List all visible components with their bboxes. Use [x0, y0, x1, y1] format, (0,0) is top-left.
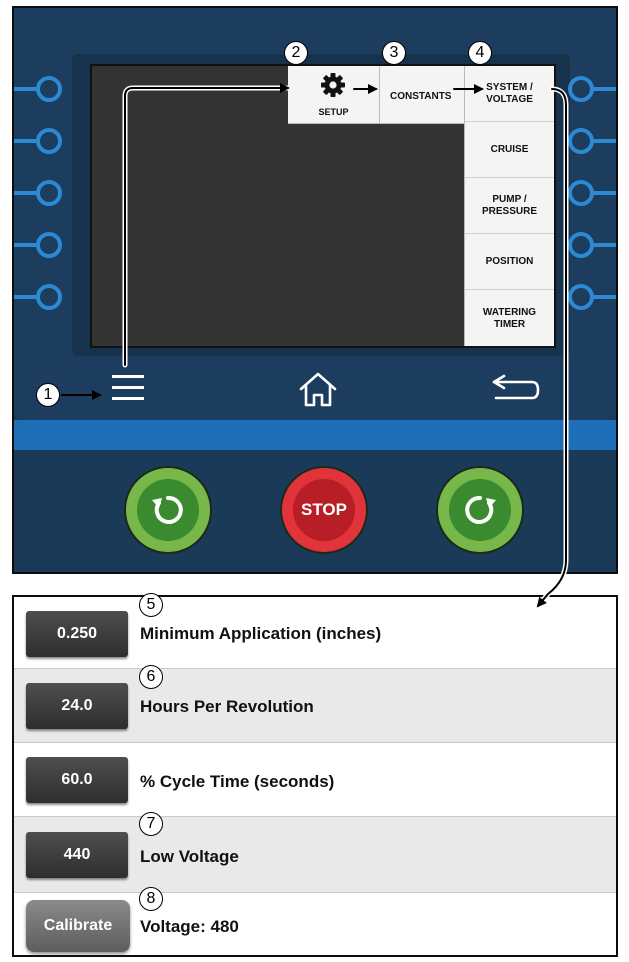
constants-submenu: SYSTEM / VOLTAGE CRUISE PUMP / PRESSURE PO… — [464, 66, 554, 346]
voltage-readout: Voltage: 480 — [140, 917, 239, 936]
callout-2: 2 — [284, 41, 308, 65]
menu-item-label: PRESSURE — [481, 205, 537, 217]
rotate-counterclockwise-icon — [152, 495, 183, 524]
left-softkey-1[interactable] — [14, 76, 64, 102]
lcd-screen: SETUP CONSTANTS SYSTEM / VOLTAGE CRUISE P… — [90, 64, 556, 348]
setting-row-cycle-time: 60.0 % Cycle Time (seconds) — [14, 743, 616, 817]
right-softkey-4[interactable] — [566, 232, 616, 258]
right-softkey-5[interactable] — [566, 284, 616, 310]
menu-item-label: WATERING — [482, 307, 537, 318]
menu-item-cruise[interactable]: CRUISE — [465, 122, 554, 178]
menu-item-label: TIMER — [493, 319, 526, 330]
setting-row-voltage: Calibrate Voltage: 480 — [14, 893, 616, 955]
menu-item-system-voltage[interactable]: SYSTEM / VOLTAGE — [465, 66, 554, 122]
menu-item-label: PUMP / — [492, 193, 527, 205]
menu-item-pump-pressure[interactable]: PUMP / PRESSURE — [465, 178, 554, 234]
stop-button[interactable]: STOP — [280, 466, 368, 554]
reverse-button[interactable] — [124, 466, 212, 554]
callout-4: 4 — [468, 41, 492, 65]
constants-settings-list: 0.250 Minimum Application (inches) 24.0 … — [12, 595, 618, 957]
menu-item-label: SYSTEM / — [486, 81, 533, 93]
setup-label: SETUP — [318, 107, 349, 117]
constants-menu-tile[interactable]: CONSTANTS — [380, 66, 468, 124]
setting-row-minimum-application: 0.250 Minimum Application (inches) — [14, 597, 616, 669]
controller-panel: SETUP CONSTANTS SYSTEM / VOLTAGE CRUISE P… — [12, 6, 618, 574]
left-softkey-4[interactable] — [14, 232, 64, 258]
right-softkey-3[interactable] — [566, 180, 616, 206]
blue-stripe — [14, 420, 616, 450]
left-softkey-3[interactable] — [14, 180, 64, 206]
cycle-time-value[interactable]: 60.0 — [26, 757, 128, 803]
right-softkey-1[interactable] — [566, 76, 616, 102]
menu-item-label: VOLTAGE — [486, 93, 533, 105]
menu-item-watering-timer[interactable]: WATERING TIMER — [465, 290, 554, 348]
minimum-application-label: Minimum Application (inches) — [140, 624, 382, 643]
callout-8: 8 — [139, 887, 163, 911]
setting-row-hours-per-revolution: 24.0 Hours Per Revolution — [14, 669, 616, 743]
menu-item-position[interactable]: POSITION — [465, 234, 554, 290]
hours-per-revolution-label: Hours Per Revolution — [140, 697, 314, 716]
menu-item-label: CRUISE — [490, 143, 529, 155]
forward-button[interactable] — [436, 466, 524, 554]
minimum-application-value[interactable]: 0.250 — [26, 611, 128, 657]
calibrate-button[interactable]: Calibrate — [26, 900, 130, 952]
low-voltage-label: Low Voltage — [140, 847, 239, 866]
callout-6: 6 — [139, 665, 163, 689]
constants-label: CONSTANTS — [390, 91, 452, 102]
back-arrow-icon[interactable] — [488, 372, 542, 406]
right-softkey-2[interactable] — [566, 128, 616, 154]
left-softkey-2[interactable] — [14, 128, 64, 154]
setup-menu-tile[interactable]: SETUP — [288, 66, 380, 124]
rotate-clockwise-icon — [465, 495, 496, 524]
home-icon[interactable] — [298, 370, 338, 408]
hamburger-menu-icon[interactable] — [110, 370, 146, 406]
callout-3: 3 — [382, 41, 406, 65]
callout-7: 7 — [139, 812, 163, 836]
stop-label: STOP — [293, 479, 355, 541]
hours-per-revolution-value[interactable]: 24.0 — [26, 683, 128, 729]
menu-item-label: POSITION — [485, 255, 534, 267]
callout-5: 5 — [139, 593, 163, 617]
setting-row-low-voltage: 440 Low Voltage — [14, 817, 616, 893]
callout-1: 1 — [36, 383, 60, 407]
cycle-time-label: % Cycle Time (seconds) — [140, 772, 335, 791]
low-voltage-value[interactable]: 440 — [26, 832, 128, 878]
left-softkey-5[interactable] — [14, 284, 64, 310]
gear-icon — [320, 72, 346, 98]
